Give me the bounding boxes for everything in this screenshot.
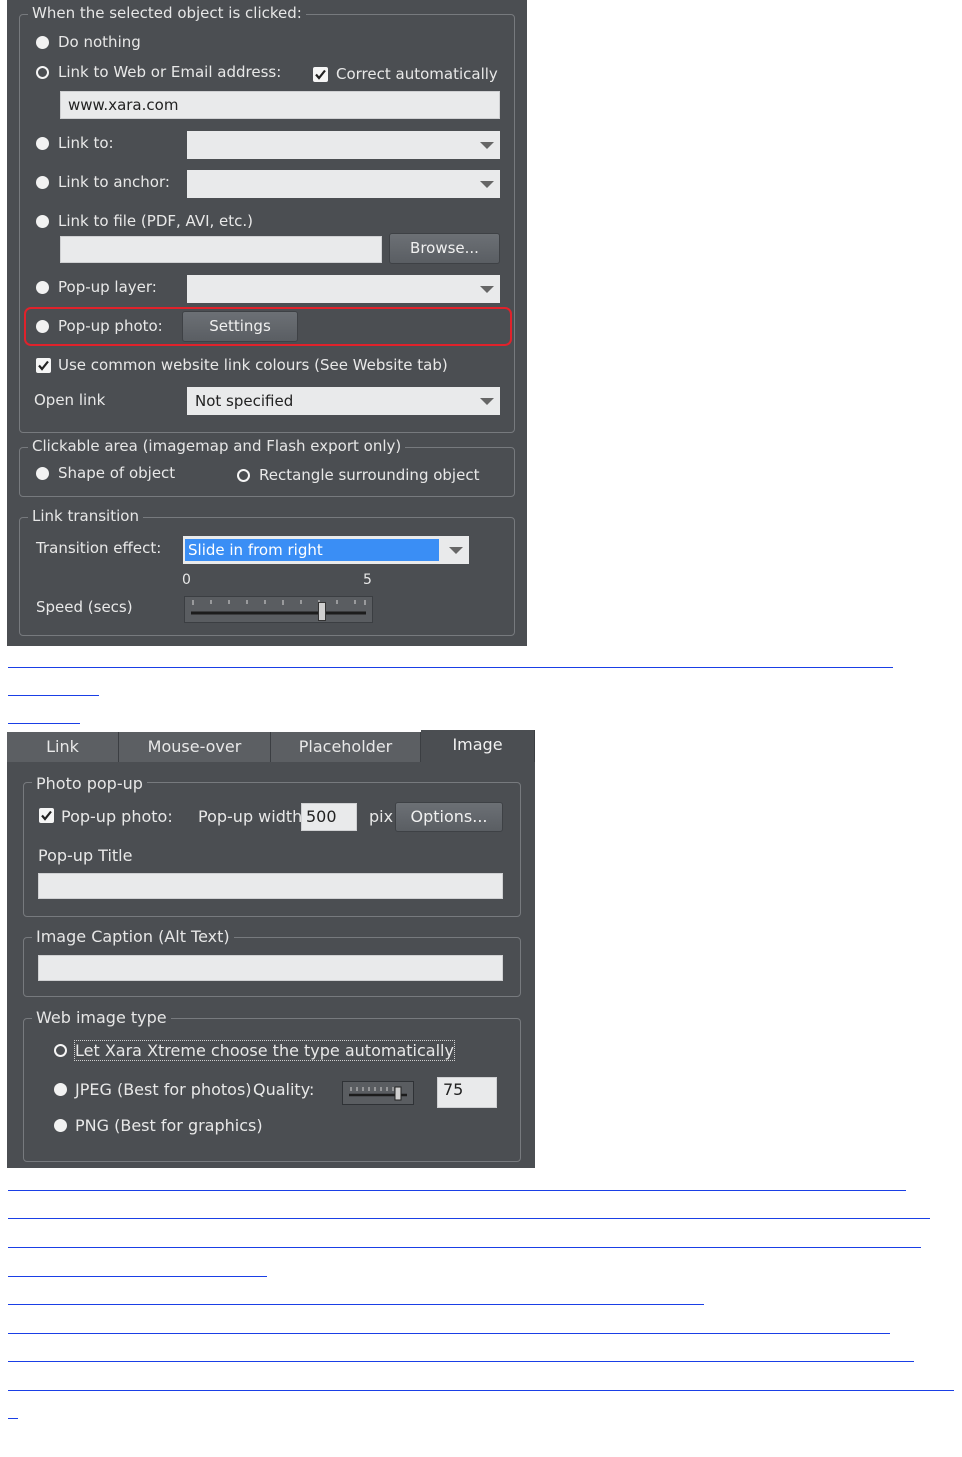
link-underline[interactable]	[8, 667, 893, 668]
url-input[interactable]: www.xara.com	[60, 91, 500, 119]
common-colours-checkbox[interactable]	[36, 358, 51, 373]
link-properties-panel: When the selected object is clicked: Do …	[7, 0, 527, 646]
web-image-type-title: Web image type	[32, 1008, 171, 1027]
quality-slider-track	[349, 1086, 407, 1101]
link-underline[interactable]	[8, 1190, 906, 1191]
popup-layer-dropdown[interactable]	[187, 275, 500, 303]
link-web-radio[interactable]	[36, 66, 49, 79]
link-to-dropdown[interactable]	[187, 131, 500, 159]
popup-photo-checkbox[interactable]	[39, 808, 54, 823]
pix-unit-label: pix	[369, 807, 394, 826]
popup-layer-label: Pop-up layer:	[58, 278, 157, 296]
link-underline[interactable]	[8, 1361, 914, 1362]
quality-slider[interactable]	[342, 1081, 414, 1105]
image-caption-input[interactable]	[38, 955, 503, 981]
rectangle-surrounding-label: Rectangle surrounding object	[259, 466, 480, 484]
link-underline[interactable]	[8, 1276, 267, 1277]
speed-label: Speed (secs)	[36, 598, 133, 616]
shape-of-object-label: Shape of object	[58, 464, 176, 482]
jpeg-label: JPEG (Best for photos)	[75, 1080, 252, 1099]
open-link-value: Not specified	[195, 392, 294, 410]
popup-width-input[interactable]: 500	[301, 803, 357, 831]
link-to-label: Link to:	[58, 134, 114, 152]
correct-automatically-checkbox[interactable]	[313, 67, 328, 82]
checkmark-icon	[41, 810, 52, 821]
png-radio[interactable]	[54, 1119, 67, 1132]
popup-photo-radio[interactable]	[36, 320, 49, 333]
checkmark-icon	[38, 360, 49, 371]
open-link-label: Open link	[34, 391, 106, 409]
browse-button[interactable]: Browse...	[389, 233, 500, 264]
popup-photo-label: Pop-up photo:	[61, 807, 173, 826]
popup-title-input[interactable]	[38, 873, 503, 899]
quality-input[interactable]: 75	[437, 1077, 497, 1108]
chevron-down-icon	[480, 398, 494, 405]
rectangle-surrounding-radio[interactable]	[237, 469, 250, 482]
do-nothing-radio[interactable]	[36, 36, 49, 49]
link-web-label: Link to Web or Email address:	[58, 63, 282, 81]
settings-button[interactable]: Settings	[182, 311, 298, 342]
tab-mouse-over[interactable]: Mouse-over	[119, 732, 271, 762]
popup-photo-label: Pop-up photo:	[58, 317, 163, 335]
link-underline[interactable]	[8, 695, 99, 696]
do-nothing-label: Do nothing	[58, 33, 141, 51]
click-action-group-title: When the selected object is clicked:	[28, 4, 306, 22]
link-file-radio[interactable]	[36, 215, 49, 228]
jpeg-radio[interactable]	[54, 1083, 67, 1096]
popup-title-label: Pop-up Title	[38, 846, 133, 865]
tab-bar: Link Mouse-over Placeholder Image	[7, 730, 535, 762]
link-anchor-label: Link to anchor:	[58, 173, 170, 191]
speed-max-label: 5	[363, 572, 372, 588]
correct-automatically-label: Correct automatically	[336, 65, 498, 83]
link-transition-title: Link transition	[28, 507, 143, 525]
web-properties-image-panel: Link Mouse-over Placeholder Image Photo …	[7, 730, 535, 1168]
quality-label: Quality:	[253, 1080, 315, 1099]
chevron-down-icon	[449, 547, 463, 554]
clickable-area-title: Clickable area (imagemap and Flash expor…	[28, 437, 406, 455]
options-button[interactable]: Options...	[395, 802, 503, 832]
link-underline[interactable]	[8, 1218, 930, 1219]
photo-popup-title: Photo pop-up	[32, 774, 147, 793]
popup-width-label: Pop-up width:	[198, 807, 308, 826]
png-label: PNG (Best for graphics)	[75, 1116, 263, 1135]
transition-effect-dropdown[interactable]: Slide in from right	[183, 536, 469, 564]
tab-link[interactable]: Link	[7, 732, 119, 762]
transition-effect-label: Transition effect:	[36, 539, 162, 557]
checkmark-icon	[315, 69, 326, 80]
chevron-down-icon	[480, 142, 494, 149]
shape-of-object-radio[interactable]	[36, 467, 49, 480]
speed-slider[interactable]	[184, 596, 373, 623]
popup-layer-radio[interactable]	[36, 281, 49, 294]
auto-type-radio[interactable]	[54, 1044, 67, 1057]
image-caption-title: Image Caption (Alt Text)	[32, 927, 234, 946]
speed-min-label: 0	[182, 572, 191, 588]
file-path-input[interactable]	[60, 236, 382, 263]
open-link-dropdown[interactable]: Not specified	[187, 387, 500, 415]
tab-image[interactable]: Image	[421, 730, 535, 762]
common-colours-label: Use common website link colours (See Web…	[58, 356, 448, 374]
link-underline[interactable]	[8, 723, 80, 724]
link-to-radio[interactable]	[36, 137, 49, 150]
transition-effect-value: Slide in from right	[185, 539, 439, 561]
link-underline[interactable]	[8, 1390, 954, 1391]
link-underline[interactable]	[8, 1247, 921, 1248]
speed-slider-thumb[interactable]	[318, 602, 327, 621]
auto-type-label: Let Xara Xtreme choose the type automati…	[74, 1040, 455, 1061]
chevron-down-icon	[480, 286, 494, 293]
link-anchor-dropdown[interactable]	[187, 170, 500, 198]
slider-ticks	[191, 600, 366, 615]
link-file-label: Link to file (PDF, AVI, etc.)	[58, 212, 254, 230]
link-anchor-radio[interactable]	[36, 176, 49, 189]
tab-placeholder[interactable]: Placeholder	[271, 732, 421, 762]
link-underline[interactable]	[8, 1333, 890, 1334]
chevron-down-icon	[480, 181, 494, 188]
link-underline[interactable]	[8, 1304, 704, 1305]
link-underline[interactable]	[8, 1418, 18, 1419]
